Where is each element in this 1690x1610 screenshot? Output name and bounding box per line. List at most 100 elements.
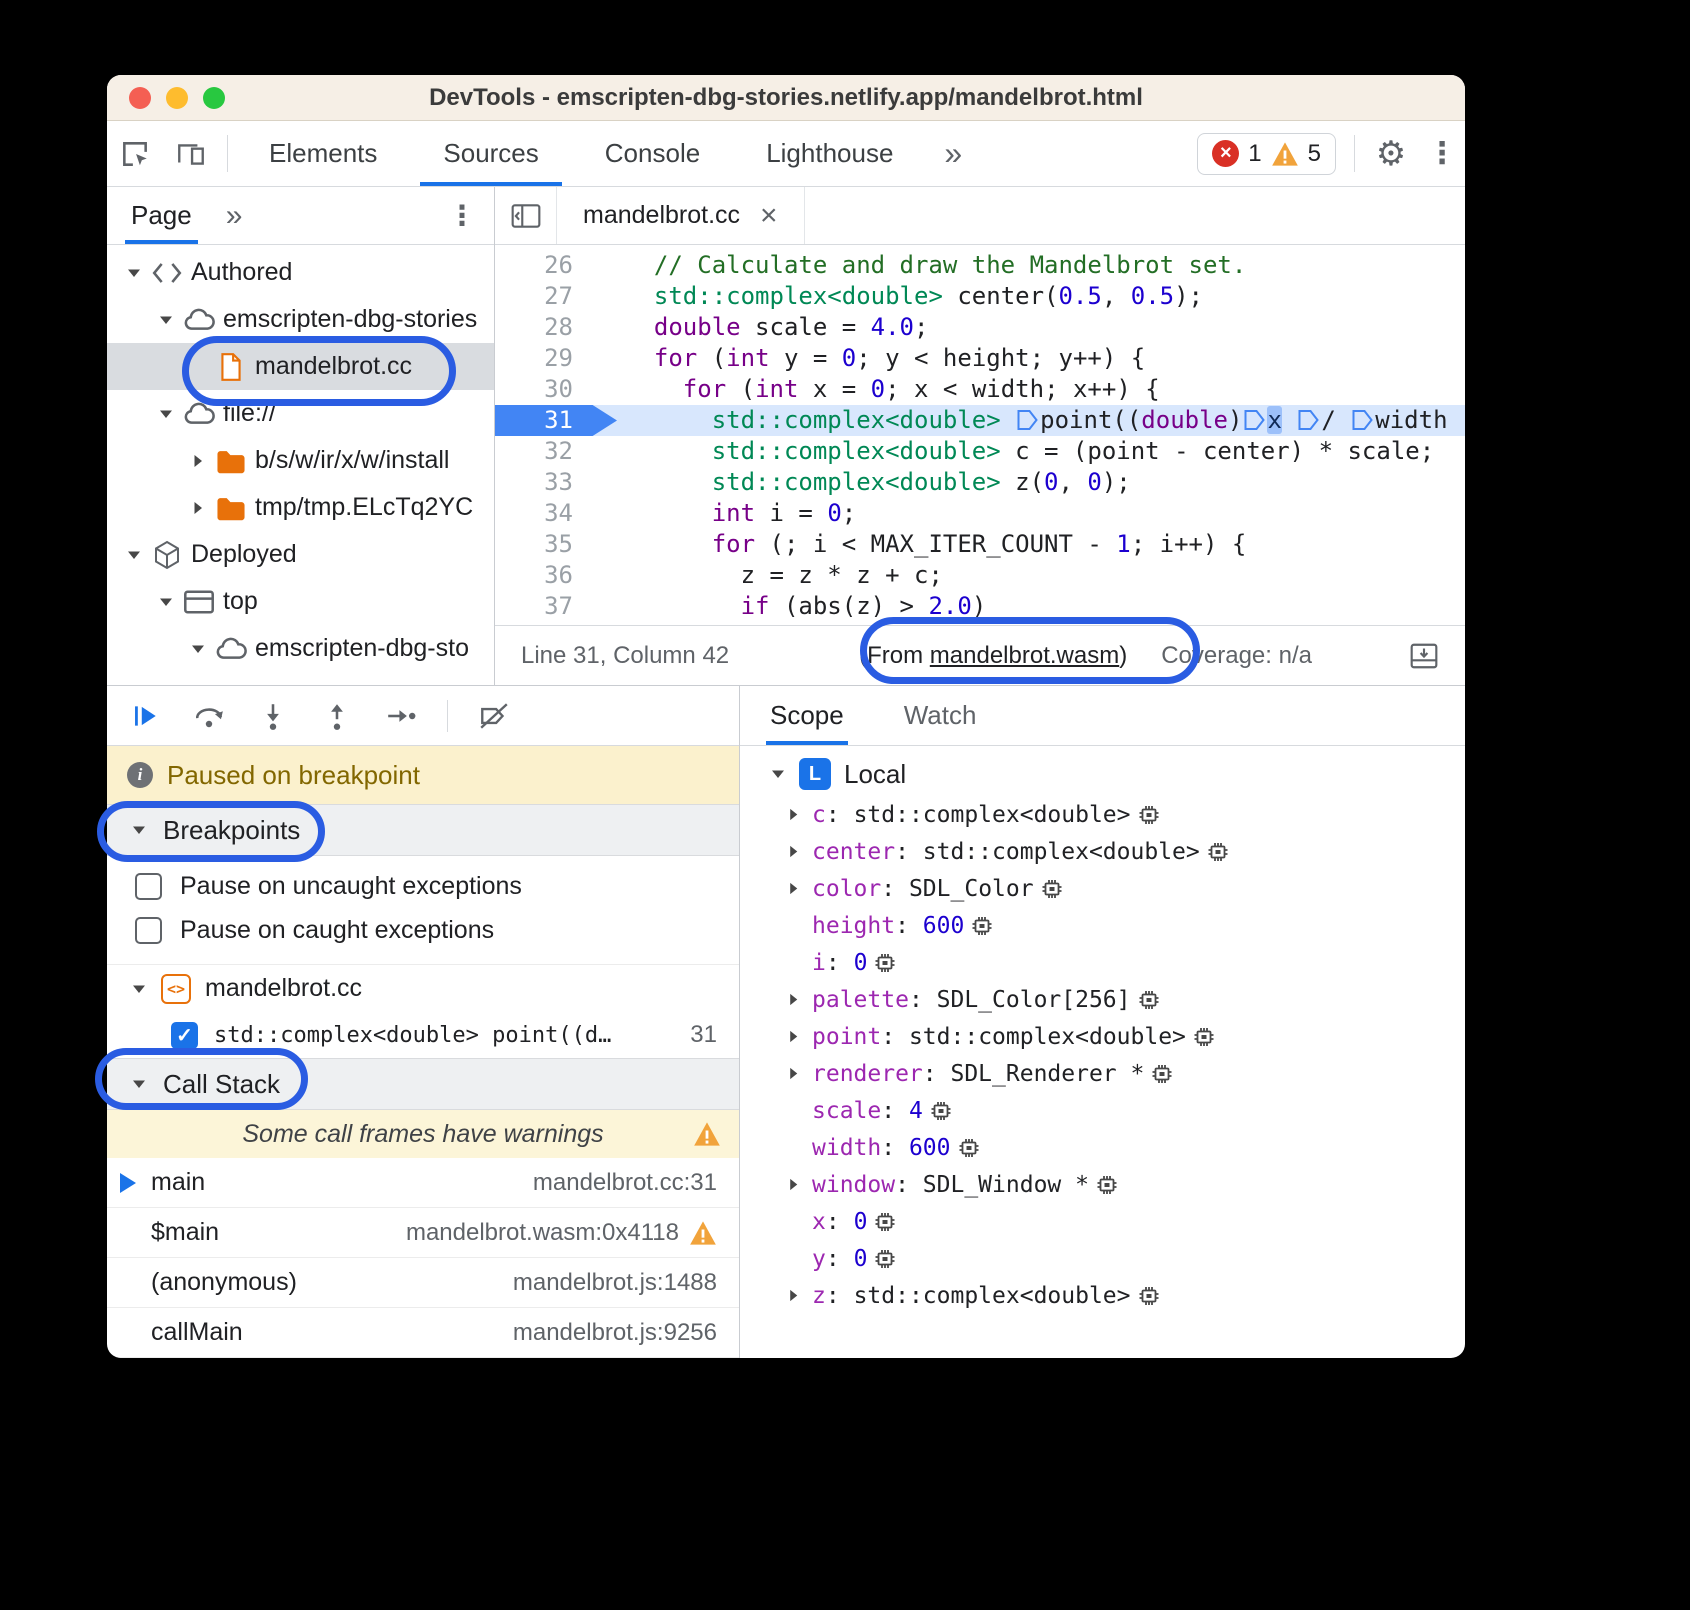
resume-script-icon[interactable] — [127, 699, 163, 733]
scope-var-i[interactable]: i: 0 — [740, 944, 1465, 981]
chevron-right-icon[interactable] — [786, 1029, 812, 1044]
memory-inspector-chip-icon[interactable] — [1206, 840, 1230, 864]
close-window-button[interactable] — [129, 87, 151, 109]
exception-option-row[interactable]: Pause on caught exceptions — [107, 908, 739, 952]
breakpoints-section-header[interactable]: Breakpoints — [107, 804, 739, 856]
callstack-section-header[interactable]: Call Stack — [107, 1058, 739, 1110]
memory-inspector-chip-icon[interactable] — [957, 1136, 981, 1160]
toggle-navigator-icon[interactable] — [495, 187, 557, 244]
tree-item-mandelbrot-cc[interactable]: mandelbrot.cc — [107, 343, 494, 390]
scope-var-height[interactable]: height: 600 — [740, 907, 1465, 944]
step-out-icon[interactable] — [319, 699, 355, 733]
memory-inspector-chip-icon[interactable] — [929, 1099, 953, 1123]
scope-local-row[interactable]: L Local — [740, 752, 1465, 796]
line-number-gutter[interactable]: 31 — [495, 405, 599, 436]
line-number-gutter[interactable]: 26 — [495, 250, 599, 281]
inline-breakpoint-flag-icon[interactable] — [1243, 408, 1266, 432]
tree-item-top[interactable]: top — [107, 578, 494, 625]
chevron-down-icon[interactable] — [185, 641, 211, 657]
tab-sources[interactable]: Sources — [410, 121, 571, 186]
line-number-gutter[interactable]: 37 — [495, 591, 599, 622]
toggle-drawer-icon[interactable] — [1409, 642, 1439, 670]
step-over-icon[interactable] — [191, 699, 227, 733]
scope-var-scale[interactable]: scale: 4 — [740, 1092, 1465, 1129]
memory-inspector-chip-icon[interactable] — [1192, 1025, 1216, 1049]
line-number-gutter[interactable]: 29 — [495, 343, 599, 374]
line-number-gutter[interactable]: 33 — [495, 467, 599, 498]
chevron-right-icon[interactable] — [786, 807, 812, 822]
scope-var-palette[interactable]: palette: SDL_Color[256] — [740, 981, 1465, 1018]
chevron-right-icon[interactable] — [185, 453, 211, 469]
tree-item-tmp-tmp-elctq2yc[interactable]: tmp/tmp.ELcTq2YC — [107, 484, 494, 531]
code-line-34[interactable]: 34 int i = 0; — [495, 498, 1465, 529]
scope-var-z[interactable]: z: std::complex<double> — [740, 1277, 1465, 1314]
chevron-down-icon[interactable] — [121, 547, 147, 563]
tree-item-b-s-w-ir-x-w-install[interactable]: b/s/w/ir/x/w/install — [107, 437, 494, 484]
minimize-window-button[interactable] — [166, 87, 188, 109]
line-number-gutter[interactable]: 32 — [495, 436, 599, 467]
device-toolbar-icon[interactable] — [163, 121, 219, 186]
memory-inspector-chip-icon[interactable] — [1040, 877, 1064, 901]
navigator-menu-dots-icon[interactable]: ⋮ — [448, 199, 476, 232]
inline-breakpoint-flag-icon[interactable] — [1297, 408, 1320, 432]
chevron-right-icon[interactable] — [786, 1177, 812, 1192]
step-into-icon[interactable] — [255, 699, 291, 733]
breakpoint-checkbox[interactable] — [171, 1022, 198, 1049]
chevron-down-icon[interactable] — [153, 406, 179, 422]
code-line-32[interactable]: 32 std::complex<double> c = (point - cen… — [495, 436, 1465, 467]
code-line-27[interactable]: 27 std::complex<double> center(0.5, 0.5)… — [495, 281, 1465, 312]
memory-inspector-chip-icon[interactable] — [873, 951, 897, 975]
tab-lighthouse[interactable]: Lighthouse — [733, 121, 926, 186]
chevron-right-icon[interactable] — [786, 881, 812, 896]
zoom-window-button[interactable] — [203, 87, 225, 109]
more-panels-chevron[interactable]: » — [926, 121, 980, 186]
code-line-31[interactable]: 31 std::complex<double> point((double)x … — [495, 405, 1465, 436]
stack-frame-$main[interactable]: $mainmandelbrot.wasm:0x4118 — [107, 1208, 739, 1258]
tree-item-authored[interactable]: Authored — [107, 249, 494, 296]
line-number-gutter[interactable]: 34 — [495, 498, 599, 529]
tab-elements[interactable]: Elements — [236, 121, 410, 186]
line-number-gutter[interactable]: 30 — [495, 374, 599, 405]
scope-var-color[interactable]: color: SDL_Color — [740, 870, 1465, 907]
code-line-37[interactable]: 37 if (abs(z) > 2.0) — [495, 591, 1465, 622]
checkbox[interactable] — [135, 917, 162, 944]
tab-watch[interactable]: Watch — [900, 686, 981, 745]
chevron-right-icon[interactable] — [786, 844, 812, 859]
code-line-29[interactable]: 29 for (int y = 0; y < height; y++) { — [495, 343, 1465, 374]
scope-var-renderer[interactable]: renderer: SDL_Renderer * — [740, 1055, 1465, 1092]
settings-gear-icon[interactable]: ⚙ — [1363, 121, 1419, 186]
close-tab-icon[interactable]: × — [760, 201, 778, 231]
memory-inspector-chip-icon[interactable] — [1137, 988, 1161, 1012]
tree-item-emscripten-dbg-stories[interactable]: emscripten-dbg-stories — [107, 296, 494, 343]
inspect-element-icon[interactable] — [107, 121, 163, 186]
deactivate-breakpoints-icon[interactable] — [476, 699, 512, 733]
stack-frame-main[interactable]: mainmandelbrot.cc:31 — [107, 1158, 739, 1208]
chevron-down-icon[interactable] — [121, 265, 147, 281]
scope-var-y[interactable]: y: 0 — [740, 1240, 1465, 1277]
code-line-33[interactable]: 33 std::complex<double> z(0, 0); — [495, 467, 1465, 498]
memory-inspector-chip-icon[interactable] — [873, 1247, 897, 1271]
memory-inspector-chip-icon[interactable] — [1150, 1062, 1174, 1086]
wasm-file-link[interactable]: mandelbrot.wasm — [930, 642, 1119, 669]
code-line-35[interactable]: 35 for (; i < MAX_ITER_COUNT - 1; i++) { — [495, 529, 1465, 560]
tree-item-file-[interactable]: file:// — [107, 390, 494, 437]
tree-item-emscripten-dbg-sto[interactable]: emscripten-dbg-sto — [107, 625, 494, 672]
memory-inspector-chip-icon[interactable] — [873, 1210, 897, 1234]
stack-frame--anonymous-[interactable]: (anonymous)mandelbrot.js:1488 — [107, 1258, 739, 1308]
stack-frame-callmain[interactable]: callMainmandelbrot.js:9256 — [107, 1308, 739, 1358]
scope-var-x[interactable]: x: 0 — [740, 1203, 1465, 1240]
code-line-36[interactable]: 36 z = z * z + c; — [495, 560, 1465, 591]
tab-scope[interactable]: Scope — [766, 686, 848, 745]
chevron-right-icon[interactable] — [786, 1288, 812, 1303]
step-icon[interactable] — [383, 699, 419, 733]
tree-item-deployed[interactable]: Deployed — [107, 531, 494, 578]
chevron-right-icon[interactable] — [185, 500, 211, 516]
memory-inspector-chip-icon[interactable] — [1095, 1173, 1119, 1197]
memory-inspector-chip-icon[interactable] — [1137, 803, 1161, 827]
memory-inspector-chip-icon[interactable] — [1137, 1284, 1161, 1308]
scope-var-c[interactable]: c: std::complex<double> — [740, 796, 1465, 833]
tab-console[interactable]: Console — [572, 121, 733, 186]
tab-page[interactable]: Page — [125, 187, 198, 244]
file-tab-mandelbrot[interactable]: mandelbrot.cc × — [557, 187, 805, 244]
code-line-30[interactable]: 30 for (int x = 0; x < width; x++) { — [495, 374, 1465, 405]
